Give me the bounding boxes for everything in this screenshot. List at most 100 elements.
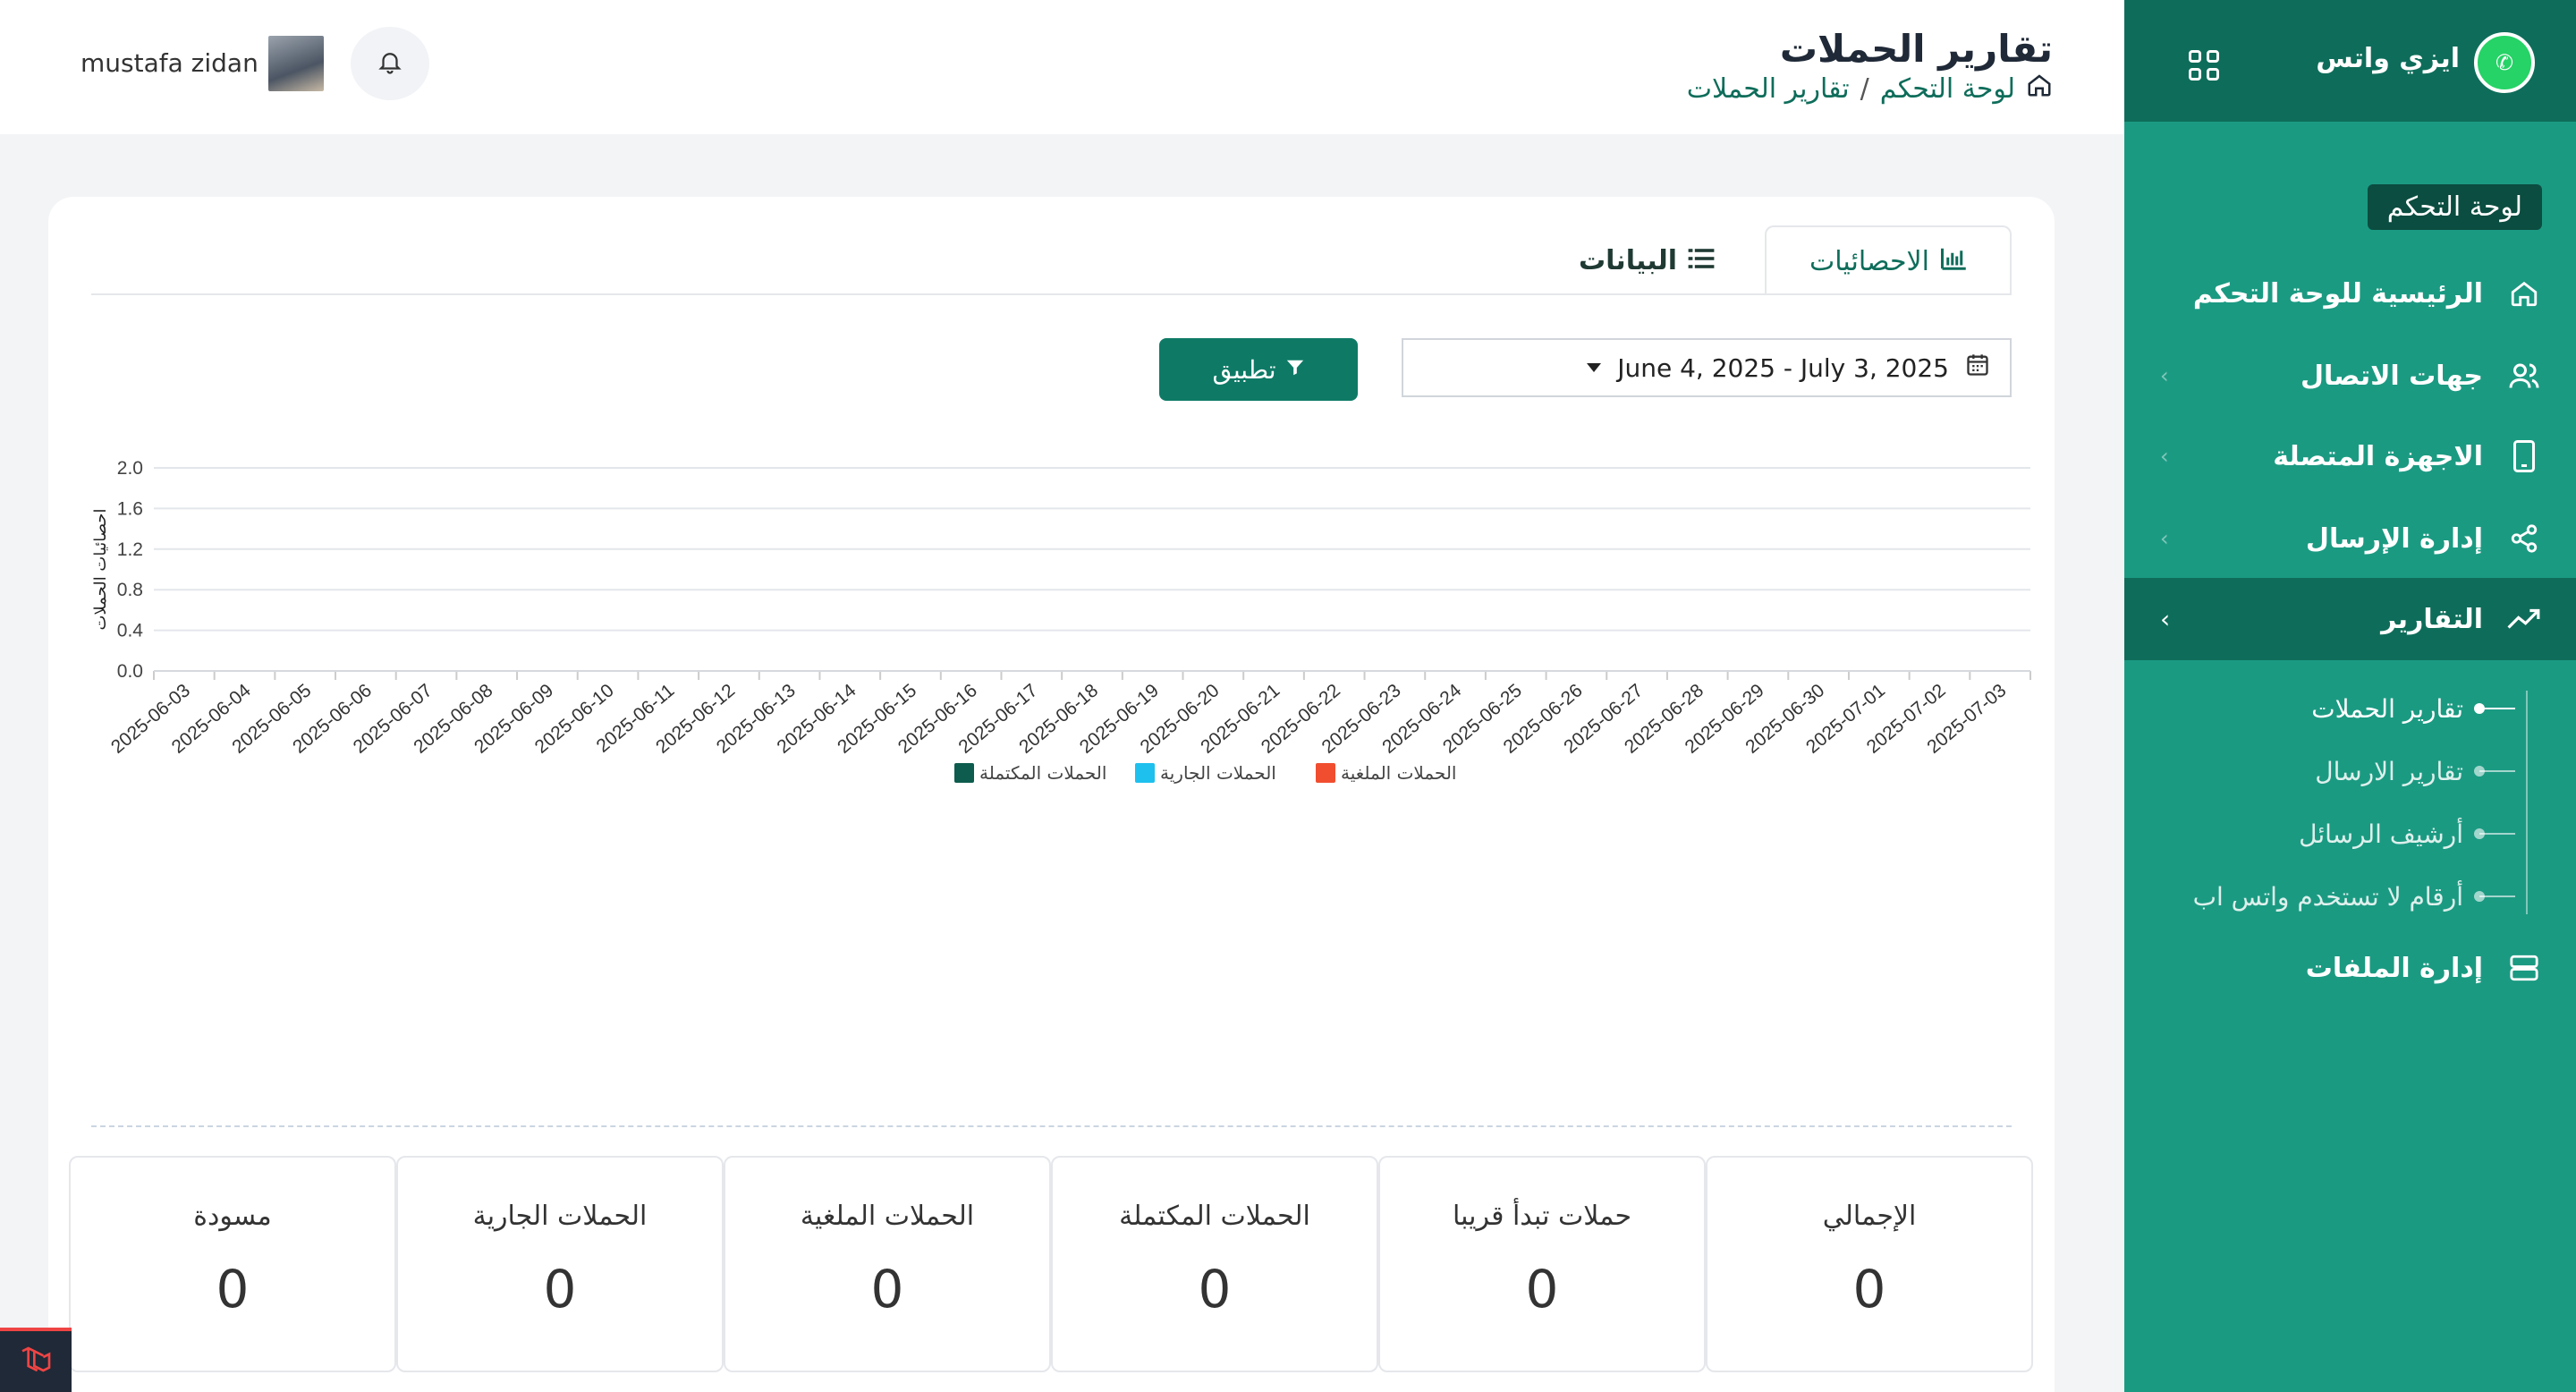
breadcrumb: لوحة التحكم / تقارير الحملات bbox=[1687, 72, 2053, 106]
y-axis-label: احصائيات الحملات bbox=[91, 508, 110, 630]
stat-label: الحملات الملغية bbox=[800, 1201, 975, 1232]
sidebar-item-dashboard-home[interactable]: الرئيسية للوحة التحكم bbox=[2124, 252, 2576, 335]
apply-filter-button[interactable]: تطبيق bbox=[1159, 338, 1358, 401]
campaign-stats-chart: 0.00.40.81.21.62.0احصائيات الحملات2025-0… bbox=[91, 458, 2031, 784]
y-tick-label: 1.2 bbox=[117, 539, 143, 560]
submenu-bullet-icon bbox=[2474, 703, 2515, 714]
tab-label: الاحصائيات bbox=[1809, 245, 1929, 277]
stat-label: الحملات المكتملة bbox=[1119, 1201, 1310, 1232]
caret-down-icon bbox=[1587, 363, 1602, 372]
sidebar-item-sending-management[interactable]: ‹ إدارة الإرسال bbox=[2124, 497, 2576, 580]
sidebar: ✆ ايزي واتس لوحة التحكم الرئيسية للوحة ا… bbox=[2124, 0, 2576, 1392]
bar-chart-icon bbox=[1940, 246, 1967, 277]
device-icon bbox=[2506, 438, 2542, 474]
stat-label: حملات تبدأ قريبا bbox=[1452, 1201, 1632, 1232]
breadcrumb-link-dashboard[interactable]: لوحة التحكم bbox=[1880, 73, 2015, 105]
y-tick-label: 1.6 bbox=[117, 498, 143, 519]
apps-grid-icon[interactable] bbox=[2189, 50, 2219, 81]
date-range-value: June 4, 2025 - July 3, 2025 bbox=[1617, 352, 1949, 383]
y-tick-label: 0.0 bbox=[117, 661, 143, 682]
sidebar-subitem-label: تقارير الحملات bbox=[2311, 693, 2463, 724]
sidebar-item-label: الاجهزة المتصلة bbox=[2273, 440, 2483, 472]
sidebar-item-label: إدارة الإرسال bbox=[2305, 522, 2483, 555]
stat-card-draft: مسودة 0 bbox=[69, 1156, 396, 1372]
stat-value: 0 bbox=[1852, 1259, 1886, 1320]
list-icon bbox=[1688, 245, 1715, 276]
brand-name[interactable]: ايزي واتس bbox=[2316, 43, 2460, 74]
stat-value: 0 bbox=[1198, 1259, 1232, 1320]
sidebar-subitem-label: أرشيف الرسائل bbox=[2299, 819, 2463, 849]
sidebar-subitem-sending-reports[interactable]: تقارير الارسال bbox=[2124, 744, 2576, 798]
y-tick-label: 2.0 bbox=[117, 458, 143, 479]
sidebar-item-connected-devices[interactable]: ‹ الاجهزة المتصلة bbox=[2124, 415, 2576, 497]
stat-value: 0 bbox=[1525, 1259, 1559, 1320]
sidebar-subitem-campaign-reports[interactable]: تقارير الحملات bbox=[2124, 682, 2576, 735]
sidebar-subitem-label: تقارير الارسال bbox=[2315, 756, 2463, 786]
legend-swatch bbox=[1316, 763, 1335, 783]
legend-label: الحملات المكتملة bbox=[979, 762, 1106, 784]
tab-data[interactable]: البيانات bbox=[1579, 225, 1715, 295]
page-title: تقارير الحملات bbox=[1779, 27, 2053, 71]
sidebar-header: ✆ ايزي واتس bbox=[2124, 0, 2576, 122]
trend-icon bbox=[2506, 601, 2542, 637]
calendar-icon bbox=[1965, 352, 1990, 384]
sidebar-item-label: التقارير bbox=[2381, 603, 2483, 635]
legend-swatch bbox=[954, 763, 974, 783]
breadcrumb-separator: / bbox=[1860, 72, 1869, 105]
stat-value: 0 bbox=[543, 1259, 577, 1320]
stat-card-completed: الحملات المكتملة 0 bbox=[1051, 1156, 1378, 1372]
tab-underline bbox=[91, 293, 2012, 295]
sidebar-subitem-non-whatsapp-numbers[interactable]: أرقام لا تستخدم واتس اب bbox=[2124, 870, 2576, 923]
home-icon bbox=[2506, 276, 2542, 311]
stat-value: 0 bbox=[870, 1259, 904, 1320]
top-header: تقارير الحملات لوحة التحكم / تقارير الحم… bbox=[0, 0, 2124, 134]
bell-icon bbox=[377, 48, 403, 79]
chevron-left-icon: ‹ bbox=[2160, 526, 2169, 551]
stat-label: الحملات الجارية bbox=[472, 1201, 648, 1232]
users-icon bbox=[2506, 358, 2542, 394]
breadcrumb-current: تقارير الحملات bbox=[1686, 72, 1850, 105]
whatsapp-logo-icon[interactable]: ✆ bbox=[2474, 32, 2535, 93]
tab-statistics[interactable]: الاحصائيات bbox=[1765, 225, 2012, 295]
storage-icon bbox=[2506, 950, 2542, 986]
tab-label: البيانات bbox=[1579, 244, 1677, 276]
sidebar-subitem-label: أرقام لا تستخدم واتس اب bbox=[2192, 881, 2463, 912]
sidebar-item-label: إدارة الملفات bbox=[2305, 952, 2483, 984]
sidebar-item-label: جهات الاتصال bbox=[2300, 360, 2483, 392]
share-icon bbox=[2506, 521, 2542, 556]
reports-card: الاحصائيات البيانات June 4, 2025 - July … bbox=[48, 197, 2055, 1392]
home-icon[interactable] bbox=[2026, 72, 2053, 106]
stat-card-running: الحملات الجارية 0 bbox=[396, 1156, 724, 1372]
sidebar-item-contacts[interactable]: ‹ جهات الاتصال bbox=[2124, 335, 2576, 417]
framework-logo-icon[interactable] bbox=[0, 1328, 72, 1392]
chevron-left-icon: ‹ bbox=[2160, 444, 2169, 469]
y-tick-label: 0.8 bbox=[117, 580, 143, 600]
submenu-bullet-icon bbox=[2474, 766, 2515, 777]
legend-label: الحملات الملغية bbox=[1341, 762, 1456, 784]
avatar[interactable] bbox=[268, 36, 324, 91]
chevron-left-icon: ‹ bbox=[2160, 604, 2171, 634]
filter-icon bbox=[1285, 355, 1305, 384]
stat-card-starting-soon: حملات تبدأ قريبا 0 bbox=[1378, 1156, 1706, 1372]
y-tick-label: 0.4 bbox=[117, 621, 144, 641]
stat-value: 0 bbox=[216, 1259, 250, 1320]
stat-card-total: الإجمالي 0 bbox=[1706, 1156, 2033, 1372]
apply-button-label: تطبيق bbox=[1212, 355, 1276, 384]
legend-label: الحملات الجارية bbox=[1160, 762, 1276, 784]
chevron-left-icon: ‹ bbox=[2160, 363, 2169, 388]
section-divider bbox=[91, 1125, 2012, 1127]
notifications-button[interactable] bbox=[351, 27, 429, 100]
sidebar-subitem-message-archive[interactable]: أرشيف الرسائل bbox=[2124, 807, 2576, 861]
submenu-bullet-icon bbox=[2474, 891, 2515, 902]
date-range-picker[interactable]: June 4, 2025 - July 3, 2025 bbox=[1402, 338, 2012, 397]
sidebar-section-title: لوحة التحكم bbox=[2367, 184, 2542, 230]
sidebar-item-reports[interactable]: ‹ التقارير bbox=[2124, 578, 2576, 660]
user-name[interactable]: mustafa zidan bbox=[80, 48, 258, 78]
stat-card-cancelled: الحملات الملغية 0 bbox=[724, 1156, 1051, 1372]
submenu-bullet-icon bbox=[2474, 828, 2515, 839]
stat-label: مسودة bbox=[193, 1201, 272, 1232]
sidebar-item-file-management[interactable]: إدارة الملفات bbox=[2124, 927, 2576, 1009]
stat-label: الإجمالي bbox=[1822, 1201, 1917, 1232]
legend-swatch bbox=[1135, 763, 1155, 783]
sidebar-item-label: الرئيسية للوحة التحكم bbox=[2192, 277, 2483, 310]
